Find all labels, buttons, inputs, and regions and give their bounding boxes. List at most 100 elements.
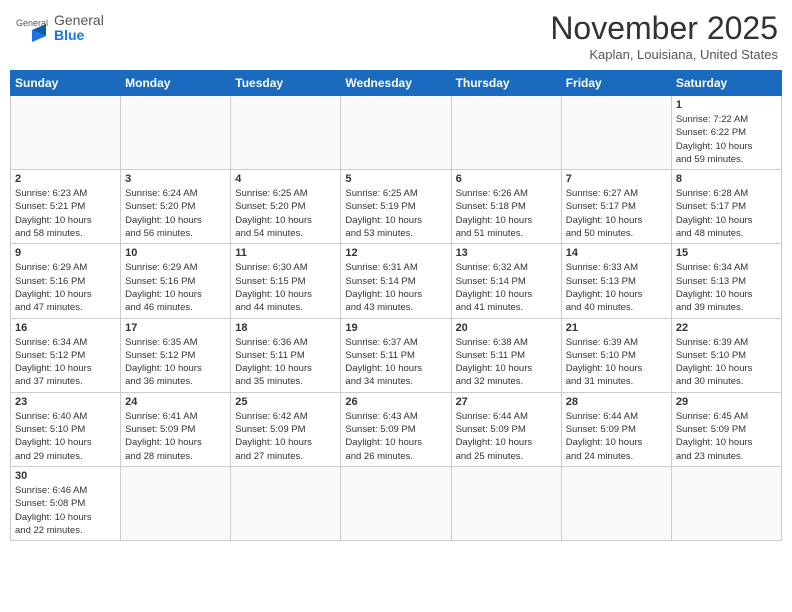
day-info: Sunrise: 6:44 AM Sunset: 5:09 PM Dayligh… <box>566 410 667 463</box>
day-number: 16 <box>15 322 116 334</box>
day-number: 30 <box>15 470 116 482</box>
calendar-day-cell: 25 Sunrise: 6:42 AM Sunset: 5:09 PM Dayli… <box>231 392 341 466</box>
calendar-week-row: 23 Sunrise: 6:40 AM Sunset: 5:10 PM Dayli… <box>11 392 782 466</box>
calendar-day-cell: 17 Sunrise: 6:35 AM Sunset: 5:12 PM Dayli… <box>121 318 231 392</box>
calendar-day-cell <box>341 466 451 540</box>
day-info: Sunrise: 6:37 AM Sunset: 5:11 PM Dayligh… <box>345 336 446 389</box>
day-number: 12 <box>345 247 446 259</box>
page-header: General General Blue November 2025 Kapla… <box>10 10 782 62</box>
calendar-day-cell: 12Sunrise: 6:31 AM Sunset: 5:14 PM Dayli… <box>341 244 451 318</box>
day-info: Sunrise: 6:34 AM Sunset: 5:12 PM Dayligh… <box>15 336 116 389</box>
weekday-header-saturday: Saturday <box>671 71 781 96</box>
day-info: Sunrise: 6:41 AM Sunset: 5:09 PM Dayligh… <box>125 410 226 463</box>
day-info: Sunrise: 6:24 AM Sunset: 5:20 PM Dayligh… <box>125 187 226 240</box>
logo: General General Blue <box>14 10 104 46</box>
day-number: 28 <box>566 396 667 408</box>
day-info: Sunrise: 6:29 AM Sunset: 5:16 PM Dayligh… <box>15 261 116 314</box>
calendar-day-cell: 29Sunrise: 6:45 AM Sunset: 5:09 PM Dayli… <box>671 392 781 466</box>
day-number: 6 <box>456 173 557 185</box>
day-info: Sunrise: 6:29 AM Sunset: 5:16 PM Dayligh… <box>125 261 226 314</box>
day-info: Sunrise: 6:43 AM Sunset: 5:09 PM Dayligh… <box>345 410 446 463</box>
logo-blue-text: Blue <box>54 28 104 43</box>
calendar-day-cell: 24Sunrise: 6:41 AM Sunset: 5:09 PM Dayli… <box>121 392 231 466</box>
calendar-day-cell: 9 Sunrise: 6:29 AM Sunset: 5:16 PM Daylig… <box>11 244 121 318</box>
day-info: Sunrise: 6:45 AM Sunset: 5:09 PM Dayligh… <box>676 410 777 463</box>
day-info: Sunrise: 6:44 AM Sunset: 5:09 PM Dayligh… <box>456 410 557 463</box>
day-number: 1 <box>676 99 777 111</box>
day-info: Sunrise: 6:36 AM Sunset: 5:11 PM Dayligh… <box>235 336 336 389</box>
day-number: 15 <box>676 247 777 259</box>
day-info: Sunrise: 6:33 AM Sunset: 5:13 PM Dayligh… <box>566 261 667 314</box>
day-number: 21 <box>566 322 667 334</box>
day-number: 23 <box>15 396 116 408</box>
calendar-day-cell <box>451 466 561 540</box>
day-number: 8 <box>676 173 777 185</box>
day-info: Sunrise: 6:30 AM Sunset: 5:15 PM Dayligh… <box>235 261 336 314</box>
day-info: Sunrise: 6:25 AM Sunset: 5:20 PM Dayligh… <box>235 187 336 240</box>
calendar-day-cell: 26Sunrise: 6:43 AM Sunset: 5:09 PM Dayli… <box>341 392 451 466</box>
weekday-header-tuesday: Tuesday <box>231 71 341 96</box>
calendar-day-cell: 5 Sunrise: 6:25 AM Sunset: 5:19 PM Daylig… <box>341 170 451 244</box>
calendar-day-cell: 8Sunrise: 6:28 AM Sunset: 5:17 PM Daylig… <box>671 170 781 244</box>
day-info: Sunrise: 7:22 AM Sunset: 6:22 PM Dayligh… <box>676 113 777 166</box>
day-info: Sunrise: 6:39 AM Sunset: 5:10 PM Dayligh… <box>566 336 667 389</box>
day-number: 3 <box>125 173 226 185</box>
day-number: 7 <box>566 173 667 185</box>
day-info: Sunrise: 6:40 AM Sunset: 5:10 PM Dayligh… <box>15 410 116 463</box>
calendar-day-cell: 3 Sunrise: 6:24 AM Sunset: 5:20 PM Daylig… <box>121 170 231 244</box>
calendar-day-cell: 13 Sunrise: 6:32 AM Sunset: 5:14 PM Dayli… <box>451 244 561 318</box>
calendar-day-cell <box>341 96 451 170</box>
day-info: Sunrise: 6:39 AM Sunset: 5:10 PM Dayligh… <box>676 336 777 389</box>
day-number: 2 <box>15 173 116 185</box>
day-number: 10 <box>125 247 226 259</box>
calendar-day-cell <box>231 96 341 170</box>
weekday-header-wednesday: Wednesday <box>341 71 451 96</box>
calendar-day-cell: 18Sunrise: 6:36 AM Sunset: 5:11 PM Dayli… <box>231 318 341 392</box>
calendar-day-cell <box>121 466 231 540</box>
day-number: 5 <box>345 173 446 185</box>
day-number: 25 <box>235 396 336 408</box>
day-info: Sunrise: 6:42 AM Sunset: 5:09 PM Dayligh… <box>235 410 336 463</box>
day-info: Sunrise: 6:38 AM Sunset: 5:11 PM Dayligh… <box>456 336 557 389</box>
calendar-week-row: 2 Sunrise: 6:23 AM Sunset: 5:21 PM Daylig… <box>11 170 782 244</box>
logo-wordmark: General Blue <box>54 13 104 44</box>
day-number: 14 <box>566 247 667 259</box>
calendar-day-cell: 7Sunrise: 6:27 AM Sunset: 5:17 PM Daylig… <box>561 170 671 244</box>
day-number: 22 <box>676 322 777 334</box>
calendar-day-cell <box>561 96 671 170</box>
calendar-day-cell <box>451 96 561 170</box>
title-block: November 2025 Kaplan, Louisiana, United … <box>550 10 778 62</box>
day-number: 17 <box>125 322 226 334</box>
calendar-day-cell: 1 Sunrise: 7:22 AM Sunset: 6:22 PM Daylig… <box>671 96 781 170</box>
calendar-day-cell: 23 Sunrise: 6:40 AM Sunset: 5:10 PM Dayli… <box>11 392 121 466</box>
calendar-day-cell: 15Sunrise: 6:34 AM Sunset: 5:13 PM Dayli… <box>671 244 781 318</box>
day-info: Sunrise: 6:23 AM Sunset: 5:21 PM Dayligh… <box>15 187 116 240</box>
logo-general-text: General <box>54 13 104 28</box>
calendar-day-cell: 27 Sunrise: 6:44 AM Sunset: 5:09 PM Dayli… <box>451 392 561 466</box>
day-number: 13 <box>456 247 557 259</box>
calendar-day-cell <box>121 96 231 170</box>
day-info: Sunrise: 6:35 AM Sunset: 5:12 PM Dayligh… <box>125 336 226 389</box>
day-number: 27 <box>456 396 557 408</box>
day-info: Sunrise: 6:25 AM Sunset: 5:19 PM Dayligh… <box>345 187 446 240</box>
calendar-day-cell: 10 Sunrise: 6:29 AM Sunset: 5:16 PM Dayli… <box>121 244 231 318</box>
calendar-day-cell: 30 Sunrise: 6:46 AM Sunset: 5:08 PM Dayli… <box>11 466 121 540</box>
calendar-week-row: 16 Sunrise: 6:34 AM Sunset: 5:12 PM Dayli… <box>11 318 782 392</box>
calendar-day-cell: 22 Sunrise: 6:39 AM Sunset: 5:10 PM Dayli… <box>671 318 781 392</box>
calendar-day-cell: 21 Sunrise: 6:39 AM Sunset: 5:10 PM Dayli… <box>561 318 671 392</box>
day-info: Sunrise: 6:26 AM Sunset: 5:18 PM Dayligh… <box>456 187 557 240</box>
weekday-header-monday: Monday <box>121 71 231 96</box>
weekday-header-thursday: Thursday <box>451 71 561 96</box>
calendar-day-cell <box>231 466 341 540</box>
day-info: Sunrise: 6:32 AM Sunset: 5:14 PM Dayligh… <box>456 261 557 314</box>
day-number: 19 <box>345 322 446 334</box>
day-info: Sunrise: 6:46 AM Sunset: 5:08 PM Dayligh… <box>15 484 116 537</box>
calendar-day-cell <box>561 466 671 540</box>
calendar-week-row: 1 Sunrise: 7:22 AM Sunset: 6:22 PM Daylig… <box>11 96 782 170</box>
generalblue-logo-icon: General <box>14 10 50 46</box>
location: Kaplan, Louisiana, United States <box>550 47 778 62</box>
calendar-day-cell: 19 Sunrise: 6:37 AM Sunset: 5:11 PM Dayli… <box>341 318 451 392</box>
day-number: 9 <box>15 247 116 259</box>
calendar-day-cell: 28 Sunrise: 6:44 AM Sunset: 5:09 PM Dayli… <box>561 392 671 466</box>
weekday-header-friday: Friday <box>561 71 671 96</box>
